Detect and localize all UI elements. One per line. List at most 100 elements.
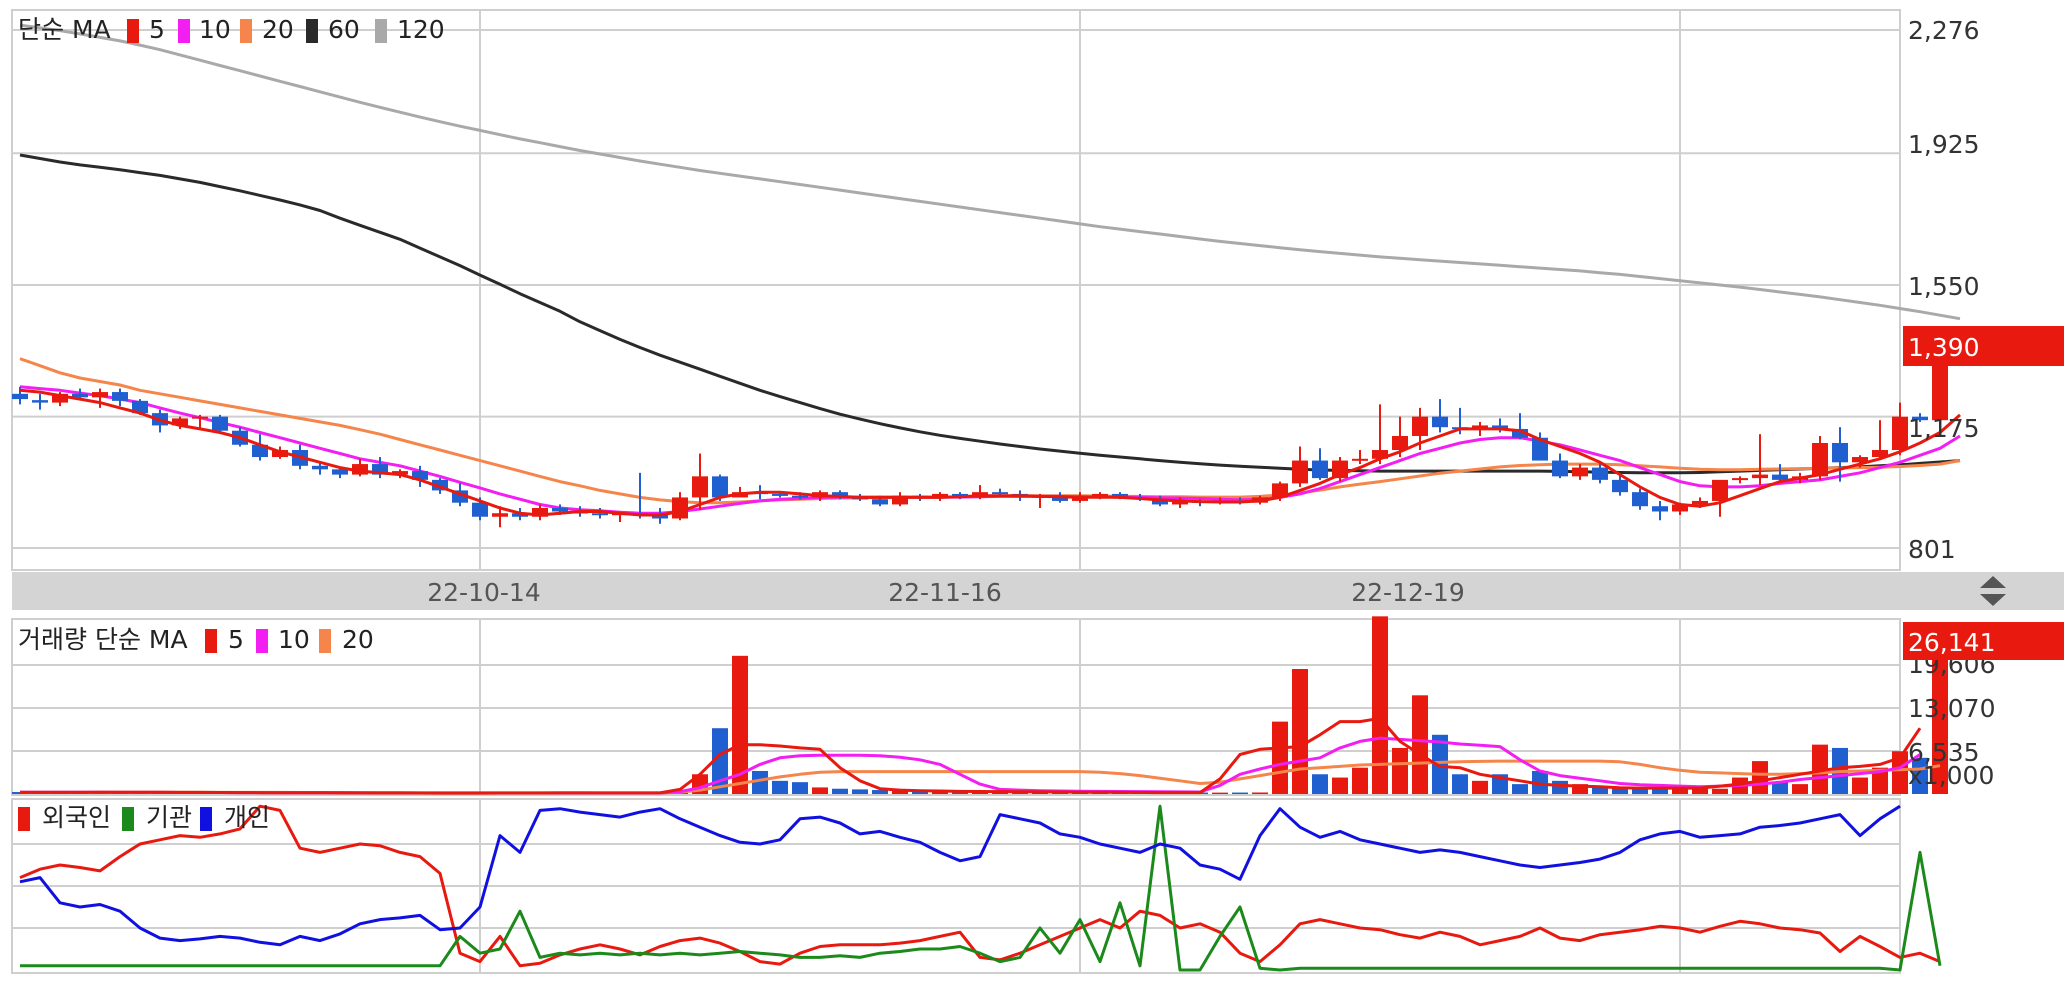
legend-label-ma10: 10	[199, 15, 231, 44]
legend-swatch-ma60	[306, 19, 318, 43]
current-volume-label: 26,141	[1908, 628, 1995, 657]
candle-body	[692, 476, 708, 498]
volume-bar	[852, 789, 868, 794]
volume-bar	[1412, 695, 1428, 794]
legend-label-ma20: 20	[262, 15, 294, 44]
investor-legend-swatch-foreign	[18, 807, 30, 831]
volume-legend-label-ma10: 10	[278, 625, 310, 654]
candle-body	[1752, 474, 1768, 479]
legend-swatch-ma5	[127, 19, 139, 43]
volume-legend-swatch-ma20	[319, 629, 331, 653]
volume-legend-title: 거래량 단순 MA	[18, 625, 188, 654]
volume-bar	[1792, 784, 1808, 794]
volume-bar	[792, 782, 808, 794]
volume-legend-swatch-ma10	[256, 629, 268, 653]
candle-body	[12, 393, 28, 400]
candle-body	[32, 400, 48, 403]
volume-bar	[1472, 780, 1488, 794]
candle-body	[1292, 460, 1308, 484]
volume-bar	[1212, 792, 1228, 794]
candle-body	[772, 493, 788, 496]
volume-bar	[1332, 777, 1348, 794]
candle-body	[1832, 442, 1848, 463]
volume-bar	[1552, 780, 1568, 794]
candle-body	[992, 492, 1008, 495]
investor-legend-label-individual: 개인	[224, 803, 270, 832]
volume-bar	[1372, 616, 1388, 794]
volume-bar	[832, 788, 848, 794]
stock-chart[interactable]: 2,276 1,925 1,550 1,175 801 1,390 단순 MA …	[0, 0, 2069, 983]
price-axis-label-801: 801	[1908, 535, 1956, 564]
candle-body	[552, 507, 568, 512]
volume-bar	[812, 787, 828, 794]
chart-background	[0, 0, 2069, 983]
price-axis-label-1550: 1,550	[1908, 272, 1980, 301]
date-axis-strip	[12, 572, 2064, 610]
investor-legend-label-institution: 기관	[146, 803, 192, 832]
price-axis-label-2276: 2,276	[1908, 16, 1980, 45]
candle-body	[1812, 442, 1828, 477]
candle-body	[1892, 416, 1908, 451]
investor-legend-label-foreign: 외국인	[42, 803, 111, 832]
legend-label-ma120: 120	[397, 15, 445, 44]
legend-label-ma60: 60	[328, 15, 360, 44]
volume-bar	[1672, 789, 1688, 794]
candle-body	[872, 499, 888, 505]
price-legend-title: 단순 MA	[18, 15, 111, 44]
volume-bar	[1452, 774, 1468, 794]
date-label-3: 22-12-19	[1351, 578, 1464, 607]
candle-body	[792, 495, 808, 498]
legend-swatch-ma10	[178, 19, 190, 43]
date-label-2: 22-11-16	[888, 578, 1001, 607]
candle-body	[1572, 467, 1588, 477]
volume-legend-label-ma20: 20	[342, 625, 374, 654]
candle-body	[92, 392, 108, 398]
candle-body	[192, 416, 208, 419]
volume-bar	[772, 780, 788, 794]
legend-swatch-ma120	[375, 19, 387, 43]
volume-bar	[1392, 747, 1408, 794]
candle-body	[332, 469, 348, 475]
price-axis-label-1925: 1,925	[1908, 130, 1980, 159]
candle-body	[1712, 479, 1728, 501]
volume-bar	[1712, 788, 1728, 794]
candle-body	[1652, 506, 1668, 512]
candle-body	[1412, 416, 1428, 436]
volume-unit-label: x1,000	[1908, 761, 1994, 790]
current-price-label: 1,390	[1908, 333, 1980, 362]
legend-label-ma5: 5	[149, 15, 165, 44]
date-label-1: 22-10-14	[427, 578, 540, 607]
investor-legend-swatch-institution	[122, 807, 134, 831]
candle-body	[492, 513, 508, 517]
volume-bar	[1752, 761, 1768, 794]
volume-bar	[1272, 721, 1288, 794]
date-axis[interactable]: 22-10-14 22-11-16 22-12-19	[12, 572, 2064, 610]
volume-bar	[1852, 777, 1868, 794]
candle-body	[1732, 478, 1748, 481]
candle-body	[1352, 458, 1368, 461]
candle-body	[1632, 492, 1648, 507]
candle-body	[1592, 467, 1608, 480]
volume-bar	[1352, 767, 1368, 794]
volume-legend-swatch-ma5	[205, 629, 217, 653]
legend-swatch-ma20	[240, 19, 252, 43]
price-axis-label-1175: 1,175	[1908, 414, 1980, 443]
volume-bar	[1292, 668, 1308, 794]
candle-body	[712, 476, 728, 498]
volume-bar	[1652, 789, 1668, 794]
volume-bar	[1252, 792, 1268, 794]
investor-legend-swatch-individual	[200, 807, 212, 831]
candle-body	[1612, 479, 1628, 493]
candle-body	[312, 465, 328, 470]
candle-body	[1432, 416, 1448, 428]
volume-axis-label-13070: 13,070	[1908, 694, 1995, 723]
candle-body	[472, 502, 488, 517]
volume-bar	[1312, 774, 1328, 794]
volume-bar	[1232, 792, 1248, 794]
candle-body	[1552, 460, 1568, 477]
volume-legend-label-ma5: 5	[228, 625, 244, 654]
candle-body	[1772, 474, 1788, 480]
chart-canvas[interactable]: 2,276 1,925 1,550 1,175 801 1,390 단순 MA …	[0, 0, 2069, 983]
volume-bar	[1512, 784, 1528, 794]
volume-bar	[872, 790, 888, 794]
